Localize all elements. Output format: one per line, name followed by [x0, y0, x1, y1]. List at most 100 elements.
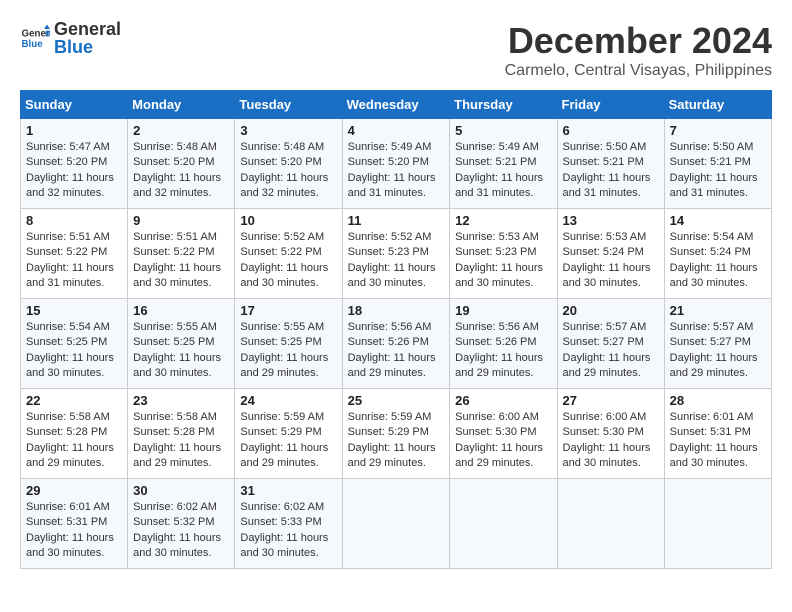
column-header-tuesday: Tuesday: [235, 91, 342, 119]
column-header-wednesday: Wednesday: [342, 91, 450, 119]
day-number: 21: [670, 303, 766, 318]
week-row-4: 22 Sunrise: 5:58 AMSunset: 5:28 PMDayligh…: [21, 389, 772, 479]
day-info: Sunrise: 6:02 AMSunset: 5:33 PMDaylight:…: [240, 500, 336, 562]
day-info: Sunrise: 5:48 AMSunset: 5:20 PMDaylight:…: [240, 140, 336, 202]
day-info: Sunrise: 5:50 AMSunset: 5:21 PMDaylight:…: [670, 140, 766, 202]
column-header-friday: Friday: [557, 91, 664, 119]
day-number: 3: [240, 123, 336, 138]
day-info: Sunrise: 5:58 AMSunset: 5:28 PMDaylight:…: [26, 410, 122, 472]
day-cell: 5 Sunrise: 5:49 AMSunset: 5:21 PMDaylight…: [450, 119, 557, 209]
day-number: 28: [670, 393, 766, 408]
month-title: December 2024: [505, 20, 772, 62]
week-row-2: 8 Sunrise: 5:51 AMSunset: 5:22 PMDaylight…: [21, 209, 772, 299]
day-cell: 26 Sunrise: 6:00 AMSunset: 5:30 PMDayligh…: [450, 389, 557, 479]
day-number: 24: [240, 393, 336, 408]
day-info: Sunrise: 5:52 AMSunset: 5:23 PMDaylight:…: [348, 230, 445, 292]
day-info: Sunrise: 5:59 AMSunset: 5:29 PMDaylight:…: [348, 410, 445, 472]
day-info: Sunrise: 5:52 AMSunset: 5:22 PMDaylight:…: [240, 230, 336, 292]
column-header-sunday: Sunday: [21, 91, 128, 119]
week-row-1: 1 Sunrise: 5:47 AMSunset: 5:20 PMDaylight…: [21, 119, 772, 209]
day-info: Sunrise: 5:49 AMSunset: 5:20 PMDaylight:…: [348, 140, 445, 202]
day-cell: 27Sunrise: 6:00 AMSunset: 5:30 PMDayligh…: [557, 389, 664, 479]
day-cell: 14Sunrise: 5:54 AMSunset: 5:24 PMDayligh…: [664, 209, 771, 299]
day-number: 5: [455, 123, 551, 138]
day-info: Sunrise: 5:51 AMSunset: 5:22 PMDaylight:…: [133, 230, 229, 292]
day-cell: 19 Sunrise: 5:56 AMSunset: 5:26 PMDayligh…: [450, 299, 557, 389]
day-number: 11: [348, 213, 445, 228]
day-info: Sunrise: 5:57 AMSunset: 5:27 PMDaylight:…: [563, 320, 659, 382]
calendar-table: SundayMondayTuesdayWednesdayThursdayFrid…: [20, 90, 772, 569]
day-info: Sunrise: 5:53 AMSunset: 5:23 PMDaylight:…: [455, 230, 551, 292]
day-cell: 28 Sunrise: 6:01 AMSunset: 5:31 PMDayligh…: [664, 389, 771, 479]
day-number: 13: [563, 213, 659, 228]
column-header-monday: Monday: [128, 91, 235, 119]
day-info: Sunrise: 5:51 AMSunset: 5:22 PMDaylight:…: [26, 230, 122, 292]
day-number: 10: [240, 213, 336, 228]
day-cell: 3 Sunrise: 5:48 AMSunset: 5:20 PMDaylight…: [235, 119, 342, 209]
day-cell: 30Sunrise: 6:02 AMSunset: 5:32 PMDayligh…: [128, 479, 235, 569]
day-cell: 8 Sunrise: 5:51 AMSunset: 5:22 PMDaylight…: [21, 209, 128, 299]
day-number: 17: [240, 303, 336, 318]
day-info: Sunrise: 6:01 AMSunset: 5:31 PMDaylight:…: [26, 500, 122, 562]
calendar-body: 1 Sunrise: 5:47 AMSunset: 5:20 PMDaylight…: [21, 119, 772, 569]
day-info: Sunrise: 6:01 AMSunset: 5:31 PMDaylight:…: [670, 410, 766, 472]
day-info: Sunrise: 5:57 AMSunset: 5:27 PMDaylight:…: [670, 320, 766, 382]
day-cell: 23Sunrise: 5:58 AMSunset: 5:28 PMDayligh…: [128, 389, 235, 479]
header: General Blue General Blue December 2024 …: [20, 20, 772, 80]
day-number: 19: [455, 303, 551, 318]
day-number: 9: [133, 213, 229, 228]
day-number: 22: [26, 393, 122, 408]
svg-text:Blue: Blue: [22, 39, 44, 50]
week-row-3: 15Sunrise: 5:54 AMSunset: 5:25 PMDayligh…: [21, 299, 772, 389]
day-info: Sunrise: 6:00 AMSunset: 5:30 PMDaylight:…: [455, 410, 551, 472]
day-info: Sunrise: 5:56 AMSunset: 5:26 PMDaylight:…: [455, 320, 551, 382]
logo-blue: Blue: [54, 38, 121, 56]
day-info: Sunrise: 6:02 AMSunset: 5:32 PMDaylight:…: [133, 500, 229, 562]
calendar-header-row: SundayMondayTuesdayWednesdayThursdayFrid…: [21, 91, 772, 119]
day-info: Sunrise: 5:47 AMSunset: 5:20 PMDaylight:…: [26, 140, 122, 202]
day-number: 16: [133, 303, 229, 318]
day-number: 20: [563, 303, 659, 318]
day-cell: 24 Sunrise: 5:59 AMSunset: 5:29 PMDayligh…: [235, 389, 342, 479]
day-number: 4: [348, 123, 445, 138]
day-cell: 13 Sunrise: 5:53 AMSunset: 5:24 PMDayligh…: [557, 209, 664, 299]
day-number: 8: [26, 213, 122, 228]
day-cell: 2 Sunrise: 5:48 AMSunset: 5:20 PMDaylight…: [128, 119, 235, 209]
day-info: Sunrise: 5:50 AMSunset: 5:21 PMDaylight:…: [563, 140, 659, 202]
day-info: Sunrise: 5:48 AMSunset: 5:20 PMDaylight:…: [133, 140, 229, 202]
day-cell: 21 Sunrise: 5:57 AMSunset: 5:27 PMDayligh…: [664, 299, 771, 389]
day-cell: 9 Sunrise: 5:51 AMSunset: 5:22 PMDaylight…: [128, 209, 235, 299]
day-info: Sunrise: 5:59 AMSunset: 5:29 PMDaylight:…: [240, 410, 336, 472]
week-row-5: 29 Sunrise: 6:01 AMSunset: 5:31 PMDayligh…: [21, 479, 772, 569]
day-cell: 12Sunrise: 5:53 AMSunset: 5:23 PMDayligh…: [450, 209, 557, 299]
day-info: Sunrise: 5:56 AMSunset: 5:26 PMDaylight:…: [348, 320, 445, 382]
logo-icon: General Blue: [20, 23, 50, 53]
day-cell: 22 Sunrise: 5:58 AMSunset: 5:28 PMDayligh…: [21, 389, 128, 479]
day-cell: 15Sunrise: 5:54 AMSunset: 5:25 PMDayligh…: [21, 299, 128, 389]
day-number: 1: [26, 123, 122, 138]
location-title: Carmelo, Central Visayas, Philippines: [505, 62, 772, 80]
day-number: 29: [26, 483, 122, 498]
day-number: 15: [26, 303, 122, 318]
day-number: 6: [563, 123, 659, 138]
day-cell: 17Sunrise: 5:55 AMSunset: 5:25 PMDayligh…: [235, 299, 342, 389]
day-number: 26: [455, 393, 551, 408]
day-info: Sunrise: 5:53 AMSunset: 5:24 PMDaylight:…: [563, 230, 659, 292]
day-info: Sunrise: 5:58 AMSunset: 5:28 PMDaylight:…: [133, 410, 229, 472]
column-header-thursday: Thursday: [450, 91, 557, 119]
day-cell: 25 Sunrise: 5:59 AMSunset: 5:29 PMDayligh…: [342, 389, 450, 479]
day-cell: 6 Sunrise: 5:50 AMSunset: 5:21 PMDaylight…: [557, 119, 664, 209]
day-number: 27: [563, 393, 659, 408]
day-info: Sunrise: 5:54 AMSunset: 5:24 PMDaylight:…: [670, 230, 766, 292]
day-cell: [450, 479, 557, 569]
day-cell: 4 Sunrise: 5:49 AMSunset: 5:20 PMDaylight…: [342, 119, 450, 209]
day-info: Sunrise: 5:49 AMSunset: 5:21 PMDaylight:…: [455, 140, 551, 202]
logo-general: General: [54, 20, 121, 38]
day-info: Sunrise: 5:55 AMSunset: 5:25 PMDaylight:…: [133, 320, 229, 382]
day-number: 31: [240, 483, 336, 498]
day-cell: 11 Sunrise: 5:52 AMSunset: 5:23 PMDayligh…: [342, 209, 450, 299]
day-number: 2: [133, 123, 229, 138]
day-number: 25: [348, 393, 445, 408]
day-cell: 20 Sunrise: 5:57 AMSunset: 5:27 PMDayligh…: [557, 299, 664, 389]
day-cell: [664, 479, 771, 569]
